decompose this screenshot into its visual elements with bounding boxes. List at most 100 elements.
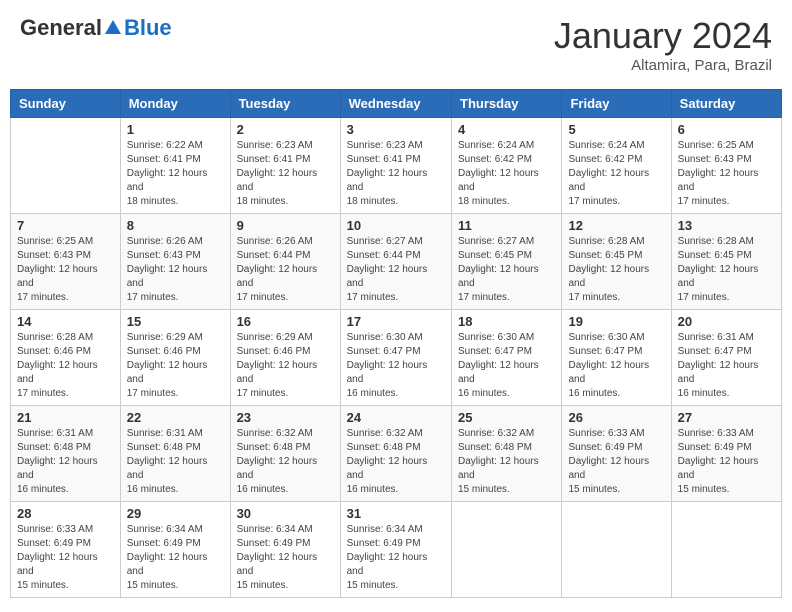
day-cell: 19 Sunrise: 6:30 AMSunset: 6:47 PMDayligh…	[562, 310, 671, 406]
weekday-header-saturday: Saturday	[671, 90, 781, 118]
week-row-3: 14 Sunrise: 6:28 AMSunset: 6:46 PMDayligh…	[11, 310, 782, 406]
day-cell: 7Sunrise: 6:25 AMSunset: 6:43 PMDaylight…	[11, 214, 121, 310]
day-number: 15	[127, 314, 224, 329]
weekday-header-tuesday: Tuesday	[230, 90, 340, 118]
day-cell: 5 Sunrise: 6:24 AMSunset: 6:42 PMDaylight…	[562, 118, 671, 214]
day-info: Sunrise: 6:24 AMSunset: 6:42 PMDaylight:…	[458, 139, 555, 209]
day-info: Sunrise: 6:22 AMSunset: 6:41 PMDaylight:…	[127, 139, 224, 209]
weekday-header-friday: Friday	[562, 90, 671, 118]
day-info: Sunrise: 6:31 AMSunset: 6:48 PMDaylight:…	[17, 427, 114, 497]
day-info: Sunrise: 6:24 AMSunset: 6:42 PMDaylight:…	[568, 139, 664, 209]
day-info: Sunrise: 6:33 AMSunset: 6:49 PMDaylight:…	[678, 427, 775, 497]
day-cell: 13Sunrise: 6:28 AMSunset: 6:45 PMDayligh…	[671, 214, 781, 310]
day-info: Sunrise: 6:30 AMSunset: 6:47 PMDaylight:…	[458, 331, 555, 401]
day-info: Sunrise: 6:25 AMSunset: 6:43 PMDaylight:…	[678, 139, 775, 209]
day-info: Sunrise: 6:26 AMSunset: 6:43 PMDaylight:…	[127, 235, 224, 305]
day-info: Sunrise: 6:26 AMSunset: 6:44 PMDaylight:…	[237, 235, 334, 305]
day-cell: 28 Sunrise: 6:33 AMSunset: 6:49 PMDayligh…	[11, 502, 121, 598]
day-number: 21	[17, 410, 114, 425]
day-cell: 23Sunrise: 6:32 AMSunset: 6:48 PMDayligh…	[230, 406, 340, 502]
day-cell: 14 Sunrise: 6:28 AMSunset: 6:46 PMDayligh…	[11, 310, 121, 406]
day-cell: 26 Sunrise: 6:33 AMSunset: 6:49 PMDayligh…	[562, 406, 671, 502]
day-number: 24	[347, 410, 445, 425]
day-cell: 3Sunrise: 6:23 AMSunset: 6:41 PMDaylight…	[340, 118, 451, 214]
logo-icon	[103, 18, 123, 38]
day-info: Sunrise: 6:29 AMSunset: 6:46 PMDaylight:…	[237, 331, 334, 401]
month-title: January 2024	[554, 15, 772, 57]
day-info: Sunrise: 6:27 AMSunset: 6:44 PMDaylight:…	[347, 235, 445, 305]
weekday-header-wednesday: Wednesday	[340, 90, 451, 118]
day-number: 10	[347, 218, 445, 233]
day-cell: 25Sunrise: 6:32 AMSunset: 6:48 PMDayligh…	[452, 406, 562, 502]
week-row-4: 21 Sunrise: 6:31 AMSunset: 6:48 PMDayligh…	[11, 406, 782, 502]
day-number: 5	[568, 122, 664, 137]
day-cell: 21 Sunrise: 6:31 AMSunset: 6:48 PMDayligh…	[11, 406, 121, 502]
calendar: SundayMondayTuesdayWednesdayThursdayFrid…	[10, 89, 782, 598]
day-number: 30	[237, 506, 334, 521]
day-number: 13	[678, 218, 775, 233]
day-number: 6	[678, 122, 775, 137]
day-number: 18	[458, 314, 555, 329]
day-info: Sunrise: 6:29 AMSunset: 6:46 PMDaylight:…	[127, 331, 224, 401]
day-number: 31	[347, 506, 445, 521]
day-cell: 30 Sunrise: 6:34 AMSunset: 6:49 PMDayligh…	[230, 502, 340, 598]
day-cell: 2 Sunrise: 6:23 AMSunset: 6:41 PMDaylight…	[230, 118, 340, 214]
day-number: 1	[127, 122, 224, 137]
day-cell: 1 Sunrise: 6:22 AMSunset: 6:41 PMDaylight…	[120, 118, 230, 214]
day-number: 8	[127, 218, 224, 233]
day-number: 25	[458, 410, 555, 425]
day-number: 2	[237, 122, 334, 137]
day-cell	[671, 502, 781, 598]
day-info: Sunrise: 6:32 AMSunset: 6:48 PMDaylight:…	[237, 427, 334, 497]
logo-general-text: General	[20, 15, 102, 41]
header: General Blue January 2024 Altamira, Para…	[10, 10, 782, 79]
day-cell: 17 Sunrise: 6:30 AMSunset: 6:47 PMDayligh…	[340, 310, 451, 406]
day-info: Sunrise: 6:31 AMSunset: 6:48 PMDaylight:…	[127, 427, 224, 497]
day-number: 19	[568, 314, 664, 329]
weekday-header-monday: Monday	[120, 90, 230, 118]
week-row-5: 28 Sunrise: 6:33 AMSunset: 6:49 PMDayligh…	[11, 502, 782, 598]
day-cell: 18 Sunrise: 6:30 AMSunset: 6:47 PMDayligh…	[452, 310, 562, 406]
day-number: 17	[347, 314, 445, 329]
day-cell: 15 Sunrise: 6:29 AMSunset: 6:46 PMDayligh…	[120, 310, 230, 406]
weekday-header-sunday: Sunday	[11, 90, 121, 118]
day-cell: 6 Sunrise: 6:25 AMSunset: 6:43 PMDaylight…	[671, 118, 781, 214]
day-cell: 29Sunrise: 6:34 AMSunset: 6:49 PMDayligh…	[120, 502, 230, 598]
day-info: Sunrise: 6:33 AMSunset: 6:49 PMDaylight:…	[568, 427, 664, 497]
day-number: 27	[678, 410, 775, 425]
day-cell: 9 Sunrise: 6:26 AMSunset: 6:44 PMDaylight…	[230, 214, 340, 310]
day-info: Sunrise: 6:25 AMSunset: 6:43 PMDaylight:…	[17, 235, 114, 305]
location: Altamira, Para, Brazil	[554, 57, 772, 74]
week-row-1: 1 Sunrise: 6:22 AMSunset: 6:41 PMDaylight…	[11, 118, 782, 214]
day-info: Sunrise: 6:34 AMSunset: 6:49 PMDaylight:…	[237, 523, 334, 593]
day-cell: 24 Sunrise: 6:32 AMSunset: 6:48 PMDayligh…	[340, 406, 451, 502]
day-info: Sunrise: 6:30 AMSunset: 6:47 PMDaylight:…	[347, 331, 445, 401]
day-cell: 8 Sunrise: 6:26 AMSunset: 6:43 PMDaylight…	[120, 214, 230, 310]
day-info: Sunrise: 6:33 AMSunset: 6:49 PMDaylight:…	[17, 523, 114, 593]
day-number: 3	[347, 122, 445, 137]
day-number: 22	[127, 410, 224, 425]
day-info: Sunrise: 6:23 AMSunset: 6:41 PMDaylight:…	[237, 139, 334, 209]
day-number: 28	[17, 506, 114, 521]
day-info: Sunrise: 6:28 AMSunset: 6:45 PMDaylight:…	[568, 235, 664, 305]
logo: General Blue	[20, 15, 172, 41]
day-cell	[452, 502, 562, 598]
day-cell: 31Sunrise: 6:34 AMSunset: 6:49 PMDayligh…	[340, 502, 451, 598]
day-info: Sunrise: 6:27 AMSunset: 6:45 PMDaylight:…	[458, 235, 555, 305]
weekday-header-row: SundayMondayTuesdayWednesdayThursdayFrid…	[11, 90, 782, 118]
day-info: Sunrise: 6:32 AMSunset: 6:48 PMDaylight:…	[347, 427, 445, 497]
title-section: January 2024 Altamira, Para, Brazil	[554, 15, 772, 74]
day-cell	[562, 502, 671, 598]
day-cell: 11Sunrise: 6:27 AMSunset: 6:45 PMDayligh…	[452, 214, 562, 310]
day-number: 20	[678, 314, 775, 329]
day-cell: 12Sunrise: 6:28 AMSunset: 6:45 PMDayligh…	[562, 214, 671, 310]
day-number: 9	[237, 218, 334, 233]
day-info: Sunrise: 6:30 AMSunset: 6:47 PMDaylight:…	[568, 331, 664, 401]
day-cell: 16Sunrise: 6:29 AMSunset: 6:46 PMDayligh…	[230, 310, 340, 406]
day-number: 26	[568, 410, 664, 425]
logo-blue-text: Blue	[124, 15, 172, 41]
day-info: Sunrise: 6:28 AMSunset: 6:46 PMDaylight:…	[17, 331, 114, 401]
day-number: 14	[17, 314, 114, 329]
day-cell: 4Sunrise: 6:24 AMSunset: 6:42 PMDaylight…	[452, 118, 562, 214]
day-cell: 10 Sunrise: 6:27 AMSunset: 6:44 PMDayligh…	[340, 214, 451, 310]
